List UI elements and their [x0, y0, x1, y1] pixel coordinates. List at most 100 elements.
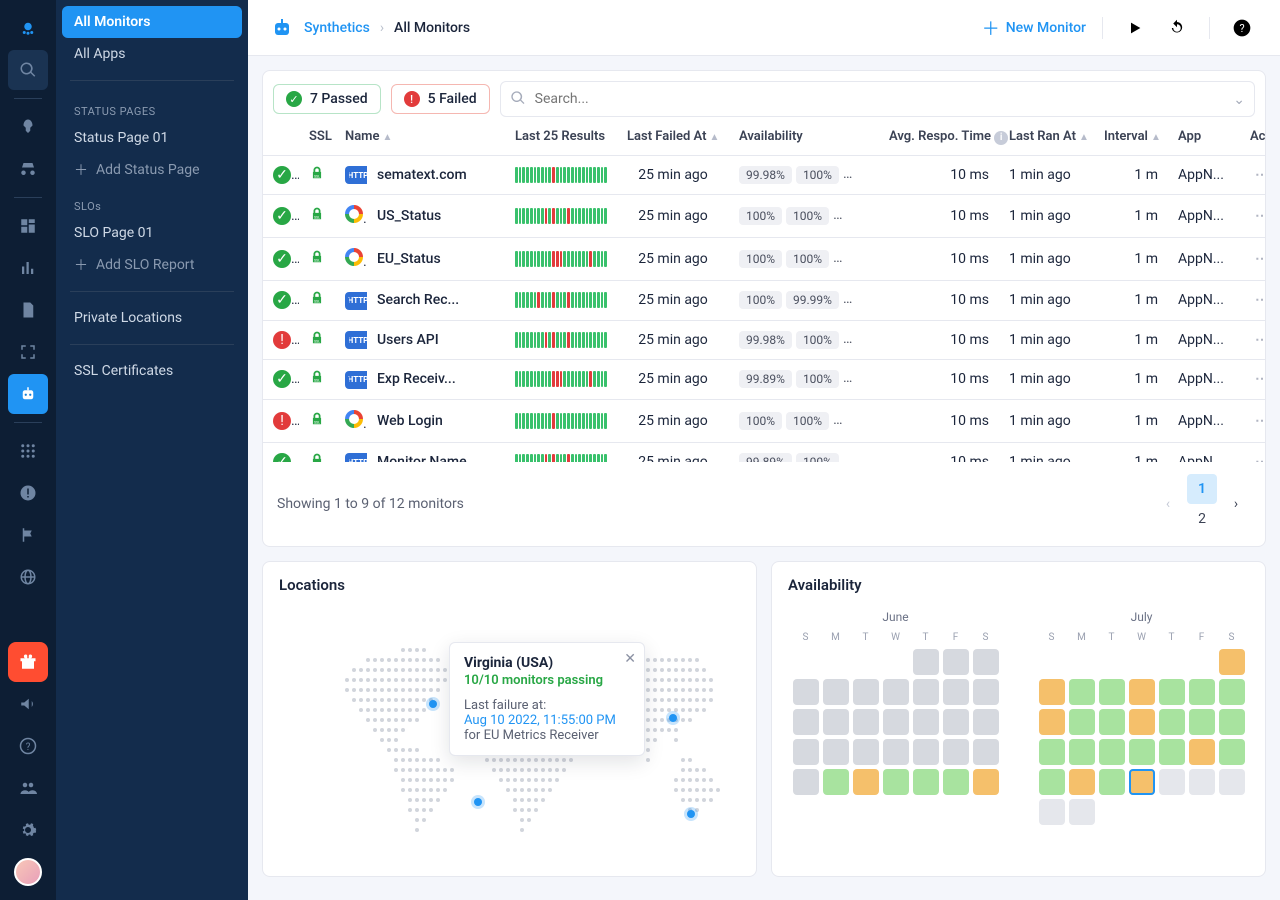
close-icon[interactable]: ✕: [624, 651, 636, 667]
calendar-cell[interactable]: [1189, 679, 1215, 705]
calendar-cell[interactable]: [883, 679, 909, 705]
calendar-cell[interactable]: [1219, 739, 1245, 765]
dashboard-icon[interactable]: [8, 206, 48, 246]
team-icon[interactable]: [8, 768, 48, 808]
calendar-cell[interactable]: [973, 679, 999, 705]
calendar-cell[interactable]: [793, 739, 819, 765]
calendar-cell[interactable]: [823, 679, 849, 705]
flag-icon[interactable]: [8, 515, 48, 555]
chart-icon[interactable]: [8, 248, 48, 288]
pager-page[interactable]: 1: [1187, 474, 1217, 504]
calendar-cell[interactable]: [823, 769, 849, 795]
calendar-cell[interactable]: [1219, 679, 1245, 705]
logo-icon[interactable]: [8, 8, 48, 48]
app-name[interactable]: AppN...: [1168, 281, 1240, 321]
row-actions-icon[interactable]: ⋯: [1255, 167, 1265, 183]
calendar-cell[interactable]: [793, 649, 819, 675]
calendar-cell[interactable]: [1129, 649, 1155, 675]
synthetics-icon[interactable]: [8, 374, 48, 414]
calendar-cell[interactable]: [793, 769, 819, 795]
calendar-cell[interactable]: [1159, 649, 1185, 675]
calendar-cell[interactable]: [1189, 799, 1215, 825]
monitor-name[interactable]: Exp Receiv...: [377, 371, 456, 387]
calendar-cell[interactable]: [853, 709, 879, 735]
calendar-cell[interactable]: [1159, 679, 1185, 705]
app-name[interactable]: AppN...: [1168, 360, 1240, 400]
calendar-cell[interactable]: [1039, 709, 1065, 735]
gift-icon[interactable]: [8, 642, 48, 682]
calendar-cell[interactable]: [913, 649, 939, 675]
app-name[interactable]: AppN...: [1168, 238, 1240, 281]
calendar-cell[interactable]: [943, 679, 969, 705]
calendar-cell[interactable]: [853, 649, 879, 675]
sidebar-add-slo-report[interactable]: ＋Add SLO Report: [62, 249, 242, 281]
calendar-cell[interactable]: [1099, 649, 1125, 675]
table-row[interactable]: ✓ SSL HTTP Exp Receiv... 25 min ago 99.8…: [263, 360, 1265, 400]
app-name[interactable]: AppN...: [1168, 399, 1240, 442]
monitor-name[interactable]: EU_Status: [377, 251, 441, 267]
calendar-cell[interactable]: [1129, 739, 1155, 765]
sidebar-item-slo-page-01[interactable]: SLO Page 01: [62, 217, 242, 249]
apps-icon[interactable]: [8, 431, 48, 471]
row-actions-icon[interactable]: ⋯: [1255, 332, 1265, 348]
calendar-cell[interactable]: [1039, 649, 1065, 675]
table-row[interactable]: ! SSL Web Login 25 min ago 100%100%100% …: [263, 399, 1265, 442]
calendar-cell[interactable]: [943, 739, 969, 765]
document-icon[interactable]: [8, 290, 48, 330]
calendar-cell[interactable]: [1099, 739, 1125, 765]
table-row[interactable]: ✓ SSL HTTP Monitor Name 25 min ago 99.89…: [263, 442, 1265, 462]
pager-page[interactable]: 2: [1187, 504, 1217, 534]
calendar-cell[interactable]: [1069, 679, 1095, 705]
table-row[interactable]: ✓ SSL US_Status 25 min ago 100%100%100% …: [263, 195, 1265, 238]
calendar-cell[interactable]: [1189, 649, 1215, 675]
table-row[interactable]: ✓ SSL HTTP Search Rec... 25 min ago 100%…: [263, 281, 1265, 321]
popup-fail-date[interactable]: Aug 10 2022, 11:55:00 PM: [464, 713, 630, 728]
calendar-cell[interactable]: [1039, 769, 1065, 795]
calendar-cell[interactable]: [943, 769, 969, 795]
calendar-cell[interactable]: [1129, 799, 1155, 825]
calendar-cell[interactable]: [853, 769, 879, 795]
row-actions-icon[interactable]: ⋯: [1255, 454, 1265, 462]
new-monitor-button[interactable]: ＋ New Monitor: [982, 15, 1086, 41]
calendar-cell[interactable]: [883, 709, 909, 735]
calendar-cell[interactable]: [1069, 709, 1095, 735]
settings-icon[interactable]: [8, 810, 48, 850]
calendar-cell[interactable]: [1039, 799, 1065, 825]
sidebar-add-status-page[interactable]: ＋Add Status Page: [62, 154, 242, 186]
run-icon[interactable]: [1119, 12, 1151, 44]
search-icon[interactable]: [8, 50, 48, 90]
chevron-down-icon[interactable]: ⌄: [1233, 92, 1245, 108]
calendar-cell[interactable]: [913, 679, 939, 705]
world-map[interactable]: ✕ Virginia (USA) 10/10 monitors passing …: [279, 610, 740, 860]
calendar-cell[interactable]: [1159, 739, 1185, 765]
breadcrumb-root[interactable]: Synthetics: [304, 20, 370, 36]
help-icon[interactable]: ?: [8, 726, 48, 766]
calendar-cell[interactable]: [1069, 739, 1095, 765]
info-icon[interactable]: i: [994, 131, 1008, 145]
calendar-cell[interactable]: [1129, 709, 1155, 735]
calendar-cell[interactable]: [973, 769, 999, 795]
calendar-cell[interactable]: [1219, 709, 1245, 735]
app-name[interactable]: AppN...: [1168, 442, 1240, 462]
calendar-cell[interactable]: [823, 739, 849, 765]
col-interval[interactable]: Interval▲: [1094, 117, 1168, 155]
calendar-cell[interactable]: [883, 769, 909, 795]
avatar[interactable]: [8, 852, 48, 892]
calendar-cell[interactable]: [883, 649, 909, 675]
map-pin[interactable]: [429, 700, 437, 708]
row-actions-icon[interactable]: ⋯: [1255, 208, 1265, 224]
focus-icon[interactable]: [8, 332, 48, 372]
monitor-name[interactable]: sematext.com: [377, 167, 467, 183]
monitor-name[interactable]: Users API: [377, 332, 439, 348]
globe-icon[interactable]: [8, 557, 48, 597]
calendar-cell[interactable]: [1189, 739, 1215, 765]
calendar-cell[interactable]: [1069, 799, 1095, 825]
calendar-cell[interactable]: [973, 709, 999, 735]
col-name[interactable]: Name▲: [335, 117, 505, 155]
app-name[interactable]: AppN...: [1168, 155, 1240, 195]
row-actions-icon[interactable]: ⋯: [1255, 251, 1265, 267]
calendar-cell[interactable]: [1129, 679, 1155, 705]
calendar-cell[interactable]: [883, 739, 909, 765]
incognito-icon[interactable]: [8, 149, 48, 189]
calendar-cell[interactable]: [1039, 679, 1065, 705]
